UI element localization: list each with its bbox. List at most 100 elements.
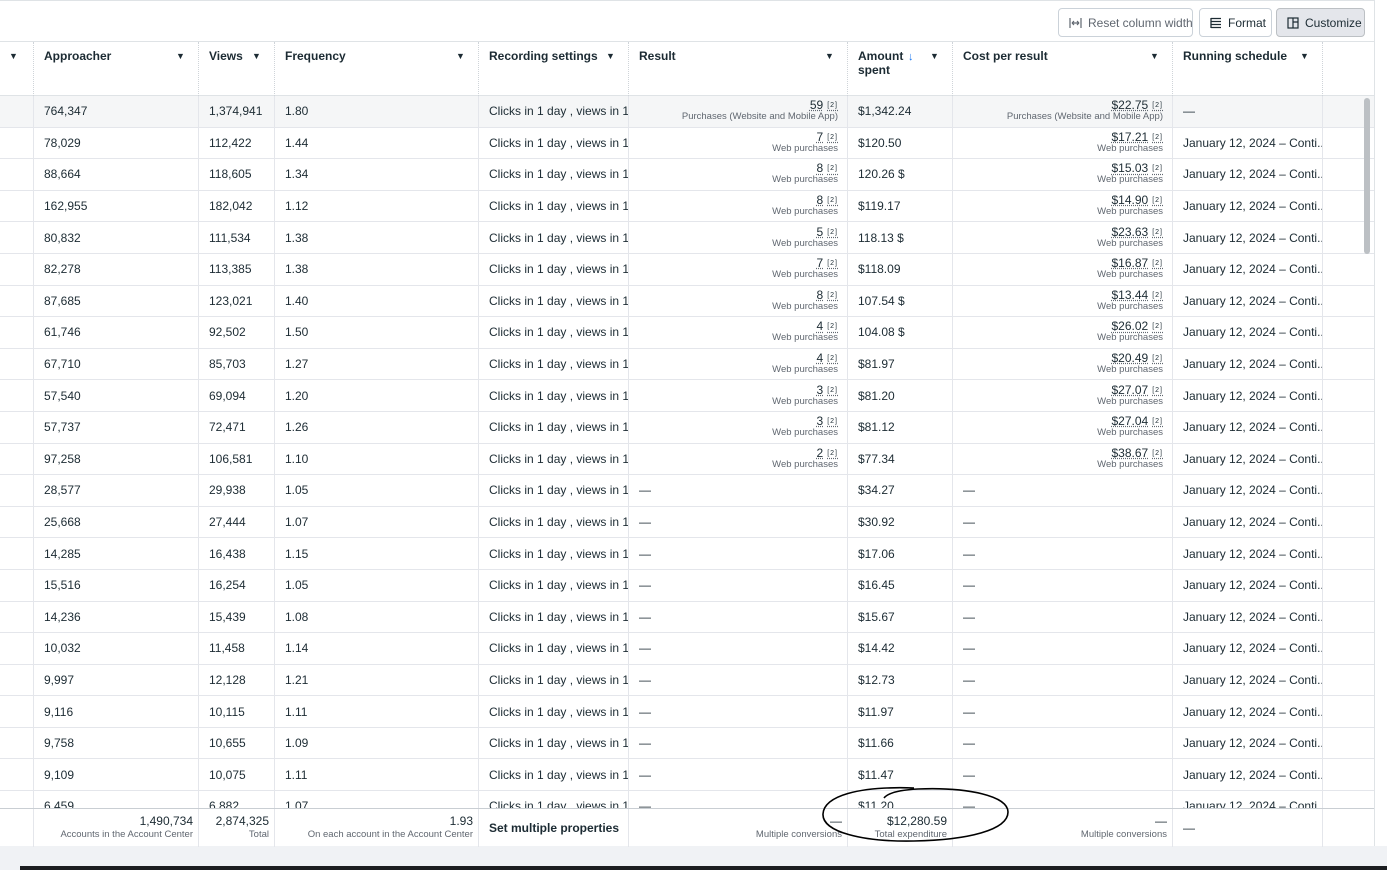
cell-amount[interactable]: $11.47 (847, 759, 952, 791)
format-button[interactable]: Format (1199, 8, 1272, 37)
cell-cpr[interactable]: $16.87 [2] Web purchases (952, 253, 1172, 285)
cell-schedule[interactable]: January 12, 2024 – Conti... (1172, 190, 1322, 222)
cell-frequency[interactable]: 1.12 (274, 190, 478, 222)
cell-recording[interactable]: Clicks in 1 day , views in 1... (478, 285, 628, 317)
cell-cpr[interactable]: — (952, 538, 1172, 569)
cell-amount[interactable]: $118.09 (847, 253, 952, 285)
cell-amount[interactable]: $15.67 (847, 601, 952, 633)
caret-down-icon[interactable]: ▼ (822, 48, 837, 63)
cell-result[interactable]: — (628, 759, 847, 791)
cell-schedule[interactable]: January 12, 2024 – Conti... (1172, 727, 1322, 759)
caret-down-icon[interactable]: ▼ (927, 48, 942, 63)
cell-result[interactable]: — (628, 664, 847, 696)
cell-approacher[interactable]: 15,516 (33, 569, 198, 601)
cell-cpr[interactable]: — (952, 475, 1172, 506)
cell-views[interactable]: 72,471 (198, 411, 274, 443)
cell-approacher[interactable]: 61,746 (33, 317, 198, 348)
cell-views[interactable]: 10,655 (198, 727, 274, 759)
cell-amount[interactable]: $17.06 (847, 538, 952, 569)
cell-recording[interactable]: Clicks in 1 day , views in 1... (478, 633, 628, 664)
cell-frequency[interactable]: 1.21 (274, 664, 478, 696)
cell-views[interactable]: 12,128 (198, 664, 274, 696)
cell-result[interactable]: — (628, 727, 847, 759)
cell-recording[interactable]: Clicks in 1 day , views in 1... (478, 190, 628, 222)
cell-cpr[interactable]: $14.90 [2] Web purchases (952, 190, 1172, 222)
table-row[interactable]: 80,832 111,534 1.38 Clicks in 1 day , views… (0, 222, 1374, 254)
cell-views[interactable]: 106,581 (198, 443, 274, 475)
cell-views[interactable]: 69,094 (198, 380, 274, 411)
caret-down-icon[interactable]: ▼ (6, 48, 21, 63)
cell-recording[interactable]: Clicks in 1 day , views in 1... (478, 664, 628, 696)
result-value-group[interactable]: 59 [2] (810, 99, 838, 111)
cell-cpr[interactable]: $27.07 [2] Web purchases (952, 380, 1172, 411)
cell-views[interactable]: 92,502 (198, 317, 274, 348)
cell-views[interactable]: 16,438 (198, 538, 274, 569)
cell-views[interactable]: 85,703 (198, 348, 274, 380)
cell-cpr[interactable]: $38.67 [2] Web purchases (952, 443, 1172, 475)
cell-frequency[interactable]: 1.27 (274, 348, 478, 380)
cell-result[interactable]: — (628, 538, 847, 569)
cpr-value-group[interactable]: $22.75 [2] (1112, 99, 1164, 111)
table-row[interactable]: 87,685 123,021 1.40 Clicks in 1 day , views… (0, 285, 1374, 318)
cell-frequency[interactable]: 1.26 (274, 411, 478, 443)
cell-frequency[interactable]: 1.20 (274, 380, 478, 411)
cell-recording[interactable]: Clicks in 1 day , views in 1... (478, 443, 628, 475)
cell-approacher[interactable]: 82,278 (33, 253, 198, 285)
result-value-group[interactable]: 4 [2] (817, 320, 838, 332)
result-value-group[interactable]: 8 [2] (817, 194, 838, 206)
cell-amount[interactable]: 118.13 $ (847, 222, 952, 253)
cell-recording[interactable]: Clicks in 1 day , views in 1... (478, 538, 628, 569)
cell-views[interactable]: 182,042 (198, 190, 274, 222)
cpr-value-group[interactable]: $23.63 [2] (1112, 226, 1164, 238)
cell-amount[interactable]: $11.97 (847, 696, 952, 727)
cell-approacher[interactable]: 9,116 (33, 696, 198, 727)
cell-frequency[interactable]: 1.80 (274, 96, 478, 127)
cell-approacher[interactable]: 78,029 (33, 127, 198, 159)
cell-amount[interactable]: 104.08 $ (847, 317, 952, 348)
caret-down-icon[interactable]: ▼ (173, 48, 188, 63)
table-row[interactable]: 764,347 1,374,941 1.80 Clicks in 1 day , vi… (0, 96, 1374, 128)
cell-approacher[interactable]: 10,032 (33, 633, 198, 664)
cell-recording[interactable]: Clicks in 1 day , views in 1... (478, 317, 628, 348)
cell-schedule[interactable]: January 12, 2024 – Conti... (1172, 348, 1322, 380)
cell-amount[interactable]: $81.12 (847, 411, 952, 443)
cell-approacher[interactable]: 764,347 (33, 96, 198, 127)
cpr-value-group[interactable]: $27.07 [2] (1112, 384, 1164, 396)
cell-result[interactable]: 7 [2] Web purchases (628, 253, 847, 285)
cell-amount[interactable]: $119.17 (847, 190, 952, 222)
cell-schedule[interactable]: January 12, 2024 – Conti... (1172, 791, 1322, 808)
cell-recording[interactable]: Clicks in 1 day , views in 1... (478, 569, 628, 601)
cell-approacher[interactable]: 67,710 (33, 348, 198, 380)
total-recording[interactable]: Set multiple properties (478, 809, 628, 847)
cell-recording[interactable]: Clicks in 1 day , views in 1... (478, 475, 628, 506)
cell-views[interactable]: 16,254 (198, 569, 274, 601)
cell-schedule[interactable]: — (1172, 96, 1322, 127)
table-row[interactable]: 78,029 112,422 1.44 Clicks in 1 day , views… (0, 127, 1374, 160)
cell-cpr[interactable]: — (952, 759, 1172, 791)
cell-frequency[interactable]: 1.34 (274, 159, 478, 190)
cell-views[interactable]: 123,021 (198, 285, 274, 317)
cell-schedule[interactable]: January 12, 2024 – Conti... (1172, 475, 1322, 506)
cell-result[interactable]: — (628, 696, 847, 727)
cell-frequency[interactable]: 1.40 (274, 285, 478, 317)
cell-amount[interactable]: $11.20 (847, 791, 952, 808)
cell-result[interactable]: 4 [2] Web purchases (628, 317, 847, 348)
cell-frequency[interactable]: 1.05 (274, 475, 478, 506)
cell-approacher[interactable]: 14,285 (33, 538, 198, 569)
header-schedule[interactable]: Running schedule ▼ (1172, 42, 1322, 96)
cell-approacher[interactable]: 87,685 (33, 285, 198, 317)
cell-approacher[interactable]: 162,955 (33, 190, 198, 222)
cell-views[interactable]: 6,882 (198, 791, 274, 808)
cell-cpr[interactable]: — (952, 633, 1172, 664)
header-amount[interactable]: Amount spent ↓ ▼ (847, 42, 952, 96)
cell-schedule[interactable]: January 12, 2024 – Conti... (1172, 285, 1322, 317)
cell-schedule[interactable]: January 12, 2024 – Conti... (1172, 411, 1322, 443)
cpr-value-group[interactable]: $27.04 [2] (1112, 415, 1164, 427)
table-row[interactable]: 6,459 6,882 1.07 Clicks in 1 day , views in… (0, 791, 1374, 808)
cell-views[interactable]: 10,075 (198, 759, 274, 791)
cell-result[interactable]: — (628, 506, 847, 538)
table-row[interactable]: 9,758 10,655 1.09 Clicks in 1 day , views i… (0, 727, 1374, 760)
table-row[interactable]: 25,668 27,444 1.07 Clicks in 1 day , views … (0, 506, 1374, 539)
cell-frequency[interactable]: 1.38 (274, 222, 478, 253)
cell-recording[interactable]: Clicks in 1 day , views in 1... (478, 727, 628, 759)
